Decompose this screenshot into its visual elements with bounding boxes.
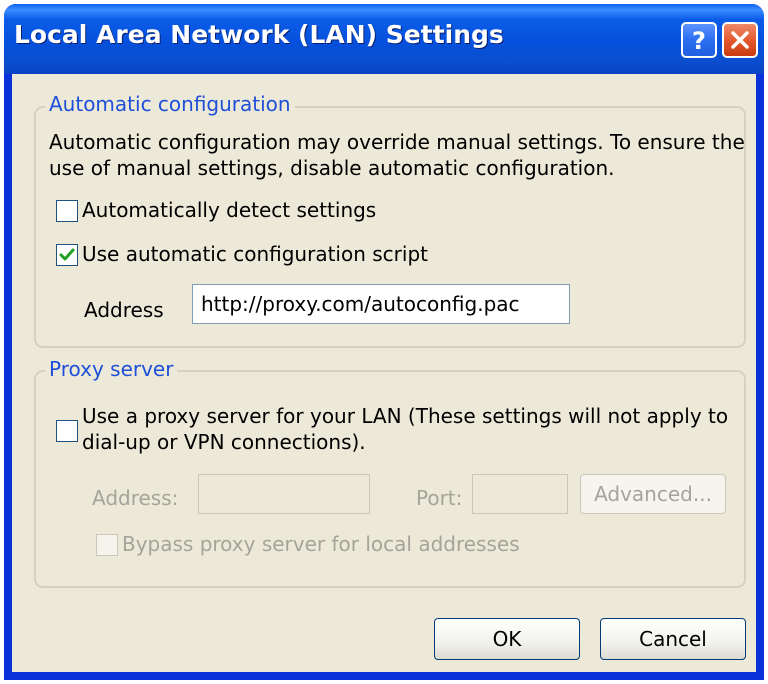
dialog-title: Local Area Network (LAN) Settings [14,20,504,49]
title-bar[interactable]: Local Area Network (LAN) Settings ? [4,4,764,74]
lan-settings-dialog: Local Area Network (LAN) Settings ? Auto… [4,4,764,680]
auto-config-description-line2: use of manual settings, disable automati… [49,156,615,180]
proxy-server-legend: Proxy server [45,357,178,381]
help-button[interactable]: ? [681,22,717,58]
auto-config-description-line1: Automatic configuration may override man… [49,130,745,154]
proxy-port-label: Port: [416,486,463,510]
use-script-label[interactable]: Use automatic configuration script [82,242,428,266]
use-script-checkbox[interactable] [56,244,78,266]
cancel-button[interactable]: Cancel [600,618,746,660]
use-proxy-label-line2[interactable]: dial-up or VPN connections). [82,430,366,454]
svg-text:?: ? [692,27,706,55]
use-proxy-checkbox[interactable] [56,420,78,442]
bypass-local-label[interactable]: Bypass proxy server for local addresses [122,532,520,556]
proxy-address-input[interactable] [198,474,370,514]
auto-detect-label[interactable]: Automatically detect settings [82,198,376,222]
use-proxy-label-line1[interactable]: Use a proxy server for your LAN (These s… [82,404,728,428]
advanced-button[interactable]: Advanced... [580,474,726,514]
auto-detect-checkbox[interactable] [56,200,78,222]
proxy-port-input[interactable] [472,474,568,514]
automatic-configuration-legend: Automatic configuration [45,92,295,116]
proxy-address-label: Address: [92,486,179,510]
checkmark-icon [59,248,75,261]
question-mark-icon: ? [692,27,706,55]
close-button[interactable] [722,22,758,58]
bypass-local-checkbox[interactable] [96,534,118,556]
script-address-label: Address [84,298,164,322]
ok-button[interactable]: OK [434,618,580,660]
dialog-body: Automatic configuration Automatic config… [12,74,756,672]
script-address-input[interactable]: http://proxy.com/autoconfig.pac [192,284,570,324]
close-x-icon [731,31,749,49]
